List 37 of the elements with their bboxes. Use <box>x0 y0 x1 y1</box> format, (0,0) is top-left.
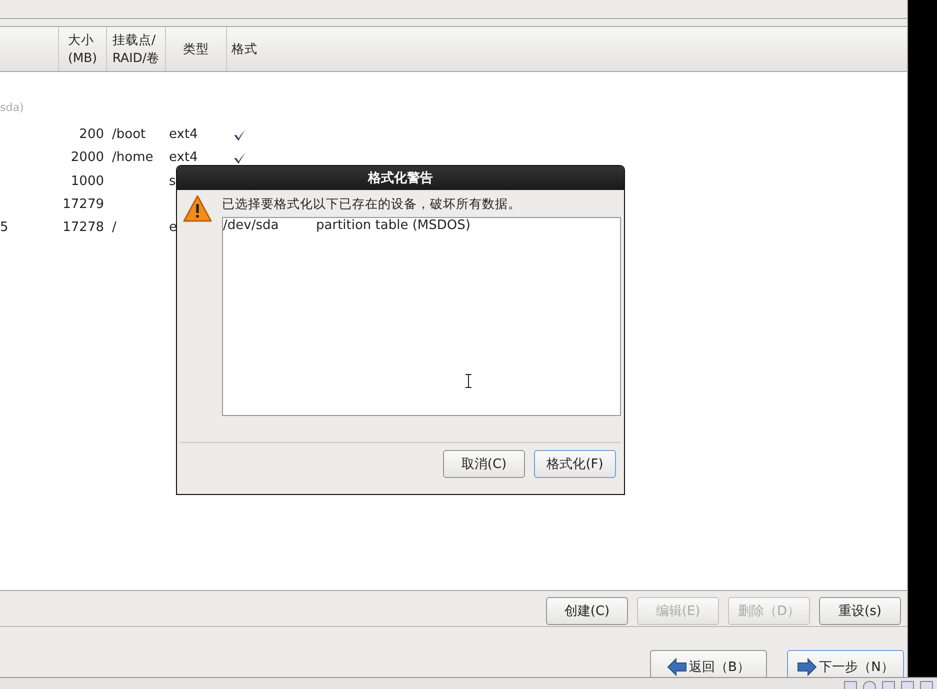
table-cell: 1000 <box>70 174 104 189</box>
tray-icon[interactable] <box>844 681 857 689</box>
action-button[interactable]: 重设(s) <box>819 597 901 625</box>
column-header[interactable]: 类型 <box>165 27 226 71</box>
left-arrow-icon <box>667 658 688 676</box>
device-description: partition table (MSDOS) <box>316 218 470 234</box>
table-cell: ext4 <box>169 127 198 142</box>
table-cell: /boot <box>112 127 146 142</box>
table-cell: / <box>112 220 116 236</box>
warning-icon <box>183 194 212 224</box>
table-cell: 17278 <box>62 220 104 236</box>
dialog-button[interactable]: 取消(C) <box>443 450 525 478</box>
tray-icon[interactable] <box>901 681 914 689</box>
tray-icon[interactable] <box>863 681 876 689</box>
column-header[interactable]: 挂载点/ RAID/卷 <box>106 27 165 71</box>
table-cell: 2000 <box>70 150 104 166</box>
disk-label: sda) <box>0 101 25 116</box>
table-cell: 5 <box>0 220 8 236</box>
right-arrow-icon <box>797 658 818 676</box>
device-name: /dev/sda <box>223 218 280 234</box>
table-cell: /home <box>112 150 154 166</box>
column-header[interactable]: 大小 (MB) <box>58 27 106 71</box>
dialog-title: 格式化警告 <box>177 166 624 190</box>
table-cell: s <box>169 174 176 189</box>
table-cell: ext4 <box>169 150 198 166</box>
table-cell: 17279 <box>62 197 104 212</box>
tray-icon[interactable] <box>920 681 933 689</box>
table-cell: 200 <box>79 127 104 142</box>
action-button[interactable]: 创建(C) <box>546 597 628 625</box>
text-cursor-icon <box>465 374 472 388</box>
warning-message: 已选择要格式化以下已存在的设备，破坏所有数据。 <box>222 195 522 213</box>
column-header[interactable]: 格式 <box>226 27 262 71</box>
next-button[interactable]: 下一步（N） <box>787 650 904 677</box>
back-button[interactable]: 返回（B） <box>650 650 767 677</box>
table-cell: e <box>169 220 177 236</box>
tray-icon[interactable] <box>882 681 895 689</box>
dialog-button[interactable]: 格式化(F) <box>534 450 616 478</box>
